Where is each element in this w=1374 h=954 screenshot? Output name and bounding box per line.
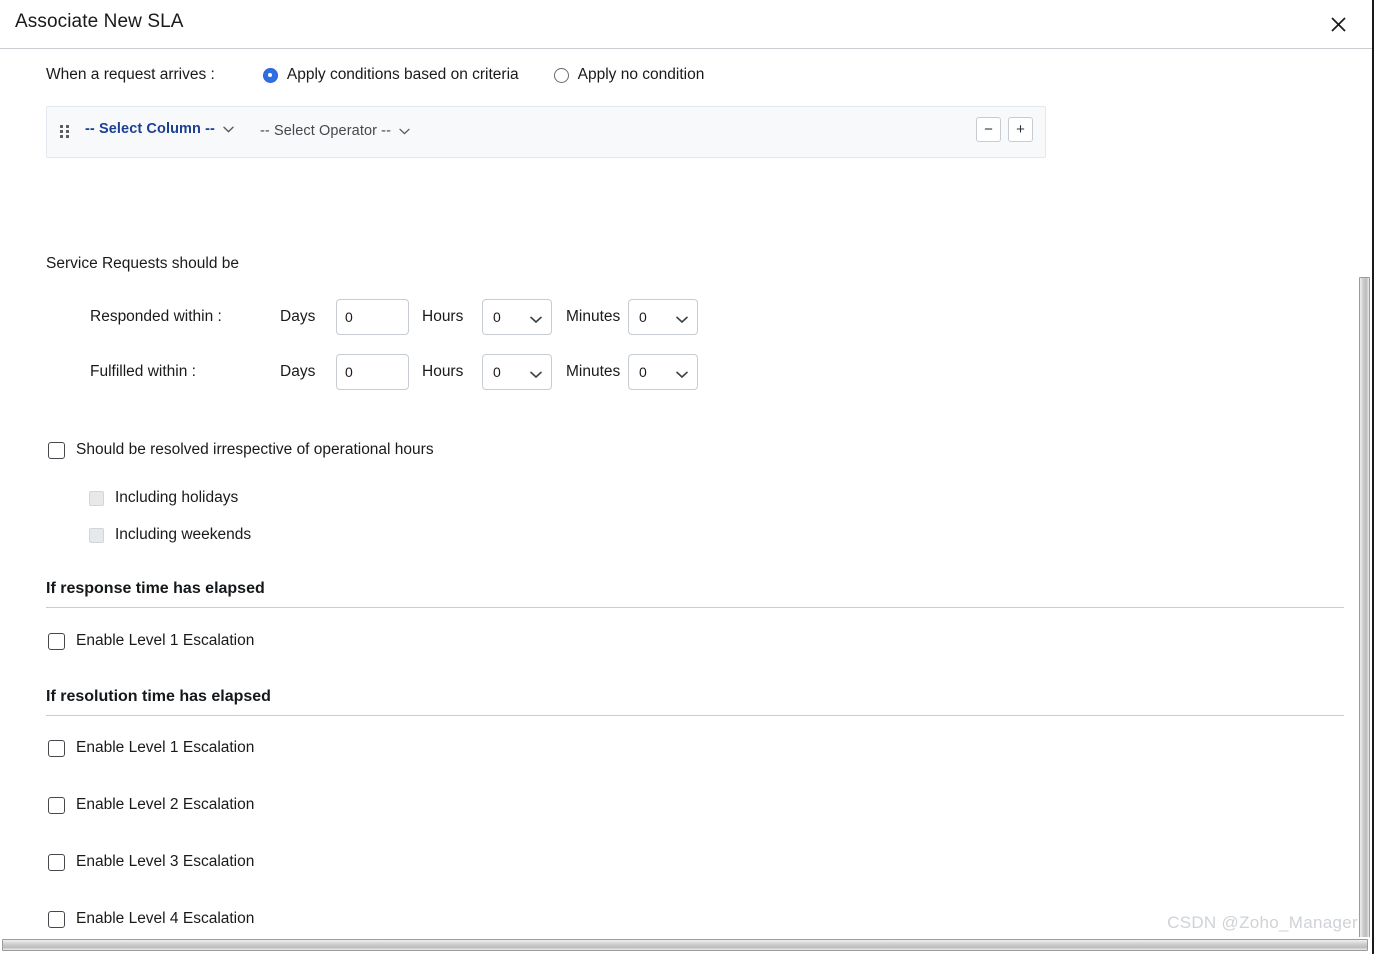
horizontal-scrollbar[interactable] bbox=[0, 937, 1372, 954]
checkbox-including-weekends-box[interactable] bbox=[89, 528, 104, 543]
sla-dialog-window: Associate New SLA When a request arrives… bbox=[0, 0, 1374, 954]
section-divider bbox=[46, 607, 1344, 608]
radio-apply-no-condition[interactable]: Apply no condition bbox=[554, 66, 705, 84]
vertical-scrollbar-thumb[interactable] bbox=[1359, 277, 1370, 937]
chevron-down-icon bbox=[223, 126, 234, 133]
fulfilled-minutes-label: Minutes bbox=[566, 363, 628, 381]
chevron-down-icon bbox=[399, 128, 410, 135]
responded-within-label: Responded within : bbox=[90, 308, 280, 326]
vertical-scrollbar[interactable] bbox=[1358, 229, 1371, 937]
chevron-down-icon bbox=[676, 366, 688, 384]
close-icon[interactable] bbox=[1322, 8, 1354, 40]
responded-hours-label: Hours bbox=[422, 308, 482, 326]
fulfilled-hours-select[interactable]: 0 bbox=[482, 354, 552, 390]
service-requests-heading: Service Requests should be bbox=[46, 255, 239, 273]
responded-hours-select[interactable]: 0 bbox=[482, 299, 552, 335]
chevron-down-icon bbox=[530, 366, 542, 384]
checkbox-resolution-level-3-box[interactable] bbox=[48, 854, 65, 871]
horizontal-scrollbar-thumb[interactable] bbox=[2, 939, 1368, 951]
fulfilled-minutes-select[interactable]: 0 bbox=[628, 354, 698, 390]
responded-days-input[interactable] bbox=[336, 299, 409, 335]
checkbox-resolution-level-4-box[interactable] bbox=[48, 911, 65, 928]
checkbox-resolution-level-2-box[interactable] bbox=[48, 797, 65, 814]
page-title: Associate New SLA bbox=[15, 11, 184, 33]
radio-apply-no-condition-dot[interactable] bbox=[554, 68, 569, 83]
radio-apply-conditions[interactable]: Apply conditions based on criteria bbox=[263, 66, 519, 84]
fulfilled-within-label: Fulfilled within : bbox=[90, 363, 280, 381]
checkbox-resolution-level-3[interactable]: Enable Level 3 Escalation bbox=[48, 853, 254, 871]
add-criteria-button[interactable]: + bbox=[1008, 117, 1033, 142]
condition-radio-group: Apply conditions based on criteria Apply… bbox=[263, 66, 704, 84]
checkbox-resolved-irrespective-label: Should be resolved irrespective of opera… bbox=[76, 441, 434, 459]
fulfilled-within-row: Fulfilled within : Days Hours 0 Minutes … bbox=[90, 354, 698, 390]
radio-apply-conditions-dot[interactable] bbox=[263, 68, 278, 83]
checkbox-resolution-level-2-label: Enable Level 2 Escalation bbox=[76, 796, 254, 814]
watermark-text: CSDN @Zoho_Manager bbox=[1167, 913, 1358, 933]
when-request-label: When a request arrives : bbox=[46, 66, 215, 84]
remove-criteria-button[interactable]: − bbox=[976, 117, 1001, 142]
checkbox-resolved-irrespective[interactable]: Should be resolved irrespective of opera… bbox=[48, 441, 434, 459]
checkbox-response-level-1[interactable]: Enable Level 1 Escalation bbox=[48, 632, 254, 650]
checkbox-resolution-level-1-label: Enable Level 1 Escalation bbox=[76, 739, 254, 757]
responded-within-row: Responded within : Days Hours 0 Minutes … bbox=[90, 299, 698, 335]
checkbox-including-holidays[interactable]: Including holidays bbox=[89, 489, 238, 507]
fulfilled-hours-label: Hours bbox=[422, 363, 482, 381]
checkbox-resolution-level-2[interactable]: Enable Level 2 Escalation bbox=[48, 796, 254, 814]
select-operator-value: -- Select Operator -- bbox=[260, 123, 391, 139]
checkbox-response-level-1-box[interactable] bbox=[48, 633, 65, 650]
checkbox-resolution-level-3-label: Enable Level 3 Escalation bbox=[76, 853, 254, 871]
responded-days-label: Days bbox=[280, 308, 336, 326]
fulfilled-days-input[interactable] bbox=[336, 354, 409, 390]
responded-minutes-value: 0 bbox=[629, 309, 647, 325]
checkbox-including-weekends[interactable]: Including weekends bbox=[89, 526, 251, 544]
drag-handle-icon[interactable] bbox=[60, 125, 69, 139]
criteria-row-actions: − + bbox=[976, 117, 1033, 142]
checkbox-resolution-level-4-label: Enable Level 4 Escalation bbox=[76, 910, 254, 928]
dialog-header: Associate New SLA bbox=[0, 0, 1372, 49]
responded-hours-value: 0 bbox=[483, 309, 501, 325]
radio-apply-no-condition-label: Apply no condition bbox=[578, 66, 705, 84]
checkbox-resolution-level-1-box[interactable] bbox=[48, 740, 65, 757]
response-elapsed-section: If response time has elapsed bbox=[46, 580, 1344, 608]
fulfilled-hours-value: 0 bbox=[483, 364, 501, 380]
chevron-down-icon bbox=[676, 311, 688, 329]
when-request-arrives-row: When a request arrives : Apply condition… bbox=[46, 62, 704, 88]
checkbox-including-weekends-label: Including weekends bbox=[115, 526, 251, 544]
criteria-row: -- Select Column -- -- Select Operator -… bbox=[46, 106, 1046, 158]
resolution-elapsed-title: If resolution time has elapsed bbox=[46, 688, 1344, 715]
chevron-down-icon bbox=[530, 311, 542, 329]
checkbox-resolution-level-4[interactable]: Enable Level 4 Escalation bbox=[48, 910, 254, 928]
checkbox-including-holidays-box[interactable] bbox=[89, 491, 104, 506]
responded-minutes-label: Minutes bbox=[566, 308, 628, 326]
select-column-dropdown[interactable]: -- Select Column -- bbox=[85, 121, 234, 137]
checkbox-including-holidays-label: Including holidays bbox=[115, 489, 238, 507]
checkbox-response-level-1-label: Enable Level 1 Escalation bbox=[76, 632, 254, 650]
radio-apply-conditions-label: Apply conditions based on criteria bbox=[287, 66, 519, 84]
dialog-body: When a request arrives : Apply condition… bbox=[0, 49, 1374, 937]
select-operator-dropdown[interactable]: -- Select Operator -- bbox=[260, 123, 410, 139]
response-elapsed-title: If response time has elapsed bbox=[46, 580, 1344, 607]
resolution-elapsed-section: If resolution time has elapsed bbox=[46, 688, 1344, 716]
responded-minutes-select[interactable]: 0 bbox=[628, 299, 698, 335]
section-divider bbox=[46, 715, 1344, 716]
checkbox-resolution-level-1[interactable]: Enable Level 1 Escalation bbox=[48, 739, 254, 757]
fulfilled-days-label: Days bbox=[280, 363, 336, 381]
checkbox-resolved-irrespective-box[interactable] bbox=[48, 442, 65, 459]
select-column-value: -- Select Column -- bbox=[85, 121, 215, 137]
fulfilled-minutes-value: 0 bbox=[629, 364, 647, 380]
